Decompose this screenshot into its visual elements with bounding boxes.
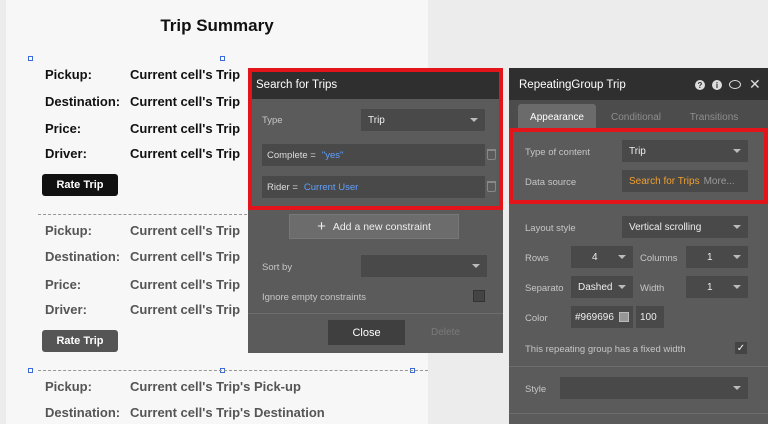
columns-stepper[interactable]: 1 — [686, 246, 748, 268]
pickup-label: Pickup: — [45, 379, 92, 394]
tab-conditional[interactable]: Conditional — [599, 104, 673, 130]
selection-handle[interactable] — [220, 56, 225, 61]
destination-value: Current cell's Trip's Destination — [130, 405, 325, 420]
style-dropdown[interactable] — [560, 377, 748, 399]
color-label: Color — [525, 313, 548, 324]
divider — [509, 413, 768, 414]
property-editor: RepeatingGroup Trip ? i ✕ Appearance Con… — [509, 68, 768, 424]
divider — [509, 366, 768, 367]
cell-separator — [38, 370, 428, 371]
color-picker[interactable]: #969696 — [571, 306, 633, 328]
width-label: Width — [640, 283, 665, 294]
color-hex: #969696 — [575, 311, 614, 323]
separator-label: Separato — [525, 283, 564, 294]
chevron-down-icon — [472, 264, 480, 268]
color-swatch[interactable] — [619, 312, 629, 322]
separator-value: Dashed — [578, 281, 613, 293]
chevron-down-icon — [733, 285, 741, 289]
help-icon[interactable]: ? — [695, 80, 705, 90]
fixed-width-label: This repeating group has a fixed width — [525, 344, 686, 355]
width-stepper[interactable]: 1 — [686, 276, 748, 298]
chevron-down-icon — [733, 225, 741, 229]
sort-by-dropdown[interactable] — [361, 255, 487, 277]
driver-label: Driver: — [45, 302, 87, 317]
layout-style-label: Layout style — [525, 223, 576, 234]
separator-dropdown[interactable]: Dashed — [571, 276, 633, 298]
rows-value: 4 — [592, 251, 598, 263]
ignore-empty-label: Ignore empty constraints — [262, 292, 367, 303]
plus-icon: + — [317, 218, 326, 235]
close-button[interactable]: Close — [328, 320, 405, 345]
tab-appearance[interactable]: Appearance — [518, 104, 596, 130]
delete-button[interactable]: Delete — [431, 327, 460, 338]
fixed-width-checkbox[interactable]: ✓ — [735, 342, 747, 354]
layout-style-dropdown[interactable]: Vertical scrolling — [622, 216, 748, 238]
columns-value: 1 — [707, 251, 713, 263]
tab-transitions[interactable]: Transitions — [677, 104, 751, 130]
divider — [248, 313, 503, 314]
info-icon[interactable]: i — [712, 80, 722, 90]
add-constraint-button[interactable]: + Add a new constraint — [289, 214, 459, 239]
pickup-value: Current cell's Trip — [130, 223, 241, 238]
sort-by-label: Sort by — [262, 262, 293, 273]
width-value: 1 — [707, 281, 713, 293]
chevron-down-icon — [618, 285, 626, 289]
highlight-box — [248, 68, 503, 210]
driver-value: Current cell's Trip — [130, 302, 241, 317]
close-icon[interactable]: ✕ — [749, 76, 761, 93]
destination-label: Destination: — [45, 249, 121, 264]
destination-value: Current cell's Trip — [130, 249, 241, 264]
style-label: Style — [525, 384, 547, 395]
page-title: Trip Summary — [160, 16, 274, 35]
chevron-down-icon — [618, 255, 626, 259]
color-opacity: 100 — [640, 311, 657, 323]
chevron-down-icon — [733, 386, 741, 390]
selection-handle[interactable] — [28, 56, 33, 61]
columns-label: Columns — [640, 253, 678, 264]
price-label: Price: — [45, 121, 82, 136]
pickup-value: Current cell's Trip's Pick-up — [130, 379, 301, 394]
rows-label: Rows — [525, 253, 549, 264]
selection-handle[interactable] — [28, 368, 33, 373]
rows-stepper[interactable]: 4 — [571, 246, 633, 268]
driver-value: Current cell's Trip — [130, 146, 241, 161]
rate-trip-button[interactable]: Rate Trip — [42, 174, 118, 196]
price-value: Current cell's Trip — [130, 121, 241, 136]
layout-style-value: Vertical scrolling — [629, 221, 702, 233]
comment-icon[interactable] — [729, 80, 741, 89]
price-value: Current cell's Trip — [130, 277, 241, 292]
price-label: Price: — [45, 277, 82, 292]
pickup-value: Current cell's Trip — [130, 67, 241, 82]
chevron-down-icon — [733, 255, 741, 259]
pickup-label: Pickup: — [45, 223, 92, 238]
rate-trip-button[interactable]: Rate Trip — [42, 330, 118, 352]
destination-label: Destination: — [45, 94, 121, 109]
color-opacity-field[interactable]: 100 — [636, 306, 664, 328]
highlight-box — [509, 128, 768, 204]
add-constraint-label: Add a new constraint — [332, 220, 431, 233]
driver-label: Driver: — [45, 146, 87, 161]
ignore-empty-checkbox[interactable] — [473, 290, 485, 302]
destination-label: Destination: — [45, 405, 121, 420]
pickup-label: Pickup: — [45, 67, 92, 82]
destination-value: Current cell's Trip — [130, 94, 241, 109]
